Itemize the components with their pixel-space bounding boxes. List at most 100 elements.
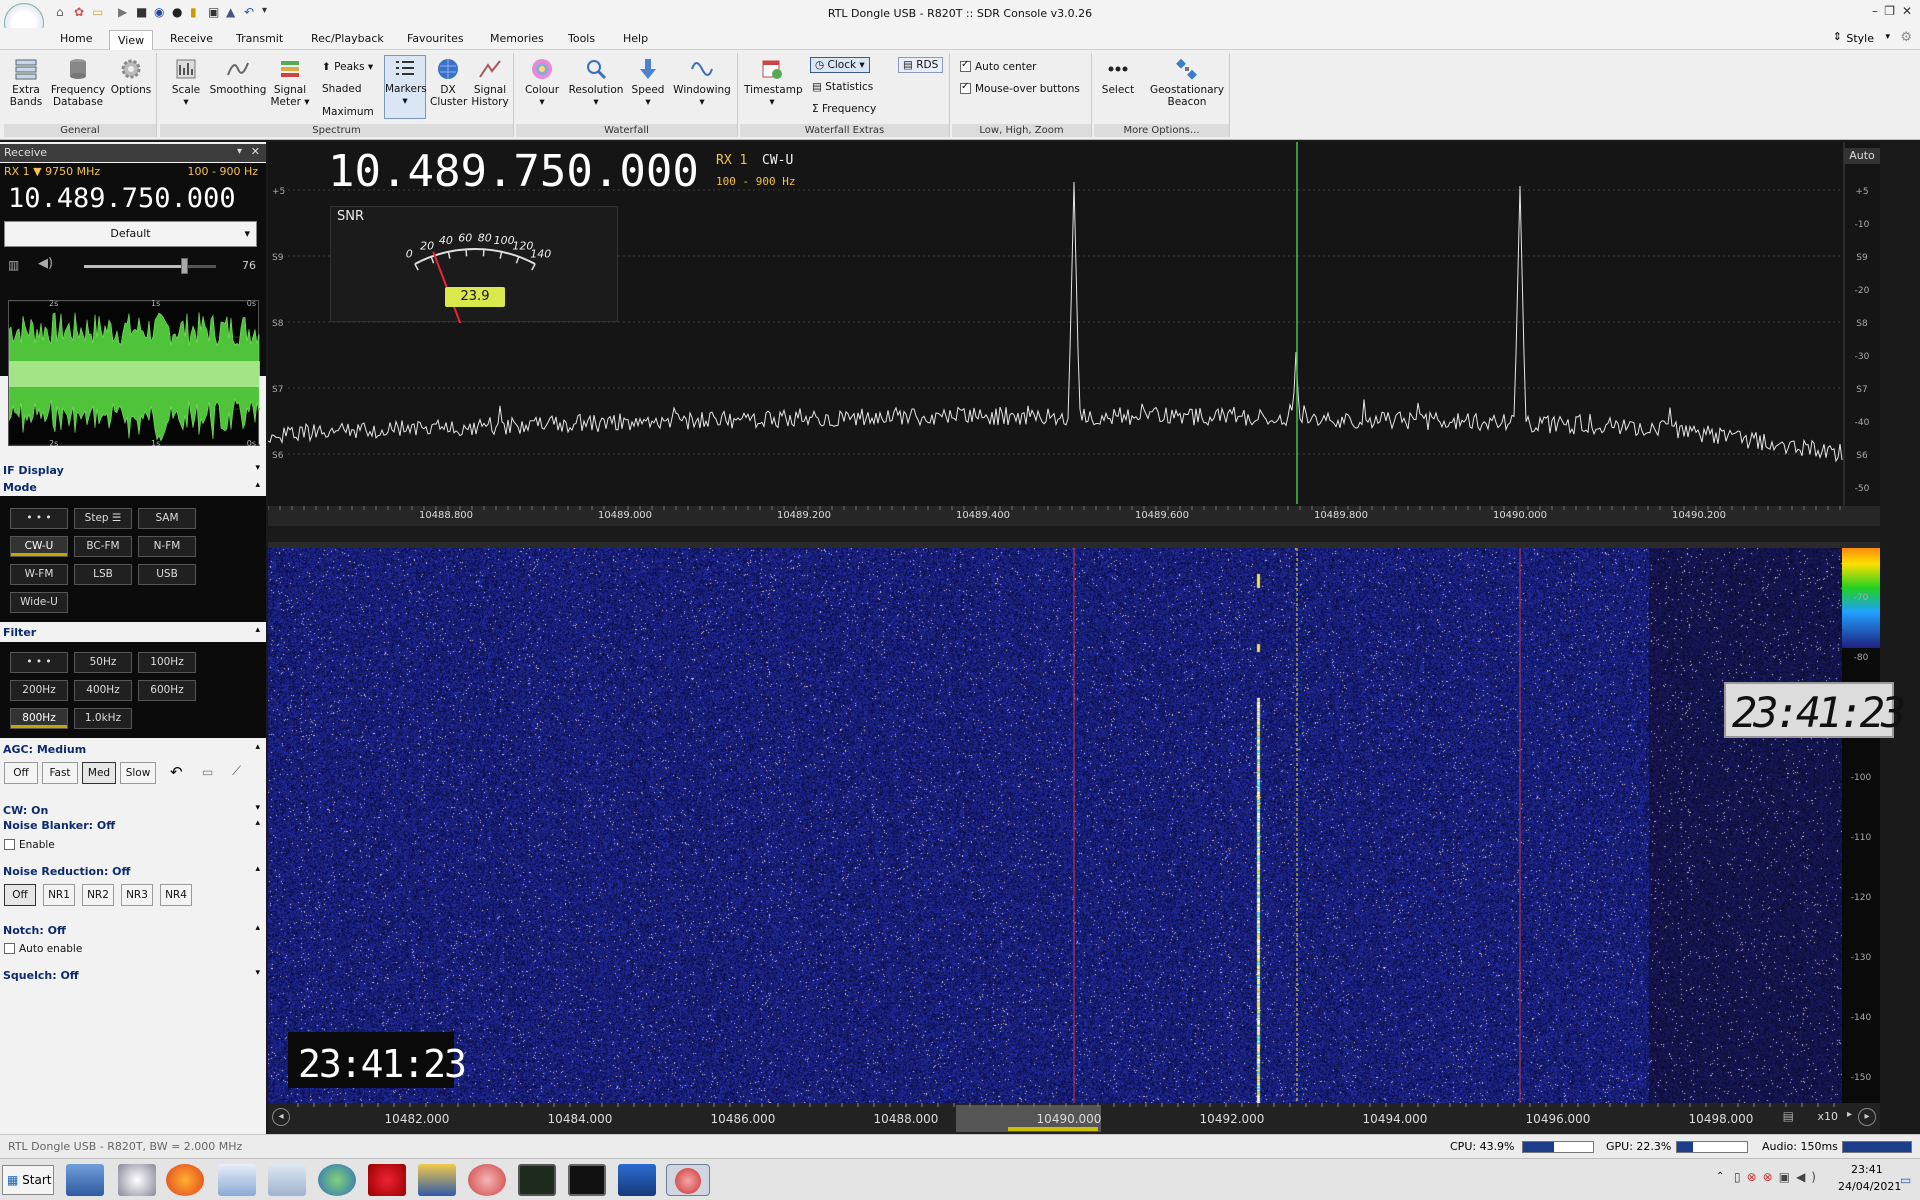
agc-off-button[interactable]: Off [4, 762, 38, 784]
clock-button[interactable]: ◷ Clock ▾ [810, 57, 870, 73]
menu-help[interactable]: Help [623, 32, 648, 45]
menu-tools[interactable]: Tools [568, 32, 595, 45]
mode-usb-button[interactable]: USB [138, 564, 196, 585]
menu-rec-playback[interactable]: Rec/Playback [311, 32, 384, 45]
tray-device-icon[interactable]: ▯ [1734, 1170, 1747, 1184]
menu-home[interactable]: Home [60, 32, 92, 45]
markers-button[interactable]: Markers ▾ [384, 55, 427, 119]
taskbar-sdr-console-icon[interactable] [666, 1164, 710, 1196]
receive-close-icon[interactable]: ✕ [251, 145, 260, 158]
dx-cluster-button[interactable]: DX Cluster [430, 57, 467, 108]
notch-collapse-icon[interactable]: ▴ [255, 923, 260, 933]
profile-select[interactable]: Default ▾ [4, 221, 257, 247]
mode-n-fm-button[interactable]: N-FM [138, 536, 196, 557]
mode-lsb-button[interactable]: LSB [74, 564, 132, 585]
waterfall-display[interactable]: -60-70-80-90-100-110-120-130-140-150 23:… [268, 548, 1906, 1103]
if-display-header[interactable]: IF Display [0, 463, 266, 479]
filter-50hz-button[interactable]: 50Hz [74, 652, 132, 673]
filter-header[interactable]: Filter [0, 625, 266, 641]
start-button[interactable]: ▦ Start [2, 1165, 54, 1195]
menu-memories[interactable]: Memories [490, 32, 544, 45]
zoom-value[interactable]: x10 [1817, 1110, 1838, 1123]
menu-transmit[interactable]: Transmit [236, 32, 283, 45]
speed-button[interactable]: Speed ▾ [628, 57, 668, 108]
waterfall-freq-axis[interactable]: 10482.000 10484.000 10486.000 10488.000 1049… [268, 1103, 1880, 1134]
nr-off-button[interactable]: Off [4, 884, 36, 906]
statistics-button[interactable]: ▤ Statistics [812, 81, 873, 93]
taskbar-satellite-icon[interactable] [118, 1164, 156, 1196]
scale-button[interactable]: Scale ▾ [168, 57, 204, 108]
tray-volume-icon[interactable]: ◀) [1796, 1170, 1822, 1184]
select-button[interactable]: Select [1100, 57, 1136, 96]
filter-800hz-button[interactable]: 800Hz [10, 708, 68, 729]
mode-cw-u-button[interactable]: CW-U [10, 536, 68, 557]
signal-meter-button[interactable]: Signal Meter ▾ [268, 57, 312, 108]
auto-button[interactable]: Auto [1844, 148, 1880, 164]
bars-icon[interactable]: ▥ [8, 258, 19, 272]
signal-history-button[interactable]: Signal History [470, 57, 510, 108]
lcd-clock[interactable]: 23:41:23 [1724, 682, 1906, 738]
spectrum-plot[interactable]: +5 S9 S8 S7 S6 +5 -10 S9 -20 S8 -30 S7 -40 S6 -50 10488… [268, 142, 1880, 526]
agc-graph-icon[interactable]: ⟋ [232, 764, 241, 779]
taskbar-radio-icon[interactable] [468, 1164, 506, 1196]
colour-button[interactable]: Colour ▾ [520, 57, 564, 108]
menu-favourites[interactable]: Favourites [407, 32, 464, 45]
smoothing-button[interactable]: Smoothing [208, 57, 268, 96]
minimize-icon[interactable]: – [1872, 4, 1878, 18]
noise-blanker-collapse-icon[interactable]: ▴ [255, 818, 260, 828]
squelch-header[interactable]: Squelch: Off [0, 968, 266, 984]
agc-med-button[interactable]: Med [82, 762, 116, 784]
tray-network-icon[interactable]: ▣ [1779, 1170, 1796, 1184]
mode-sam-button[interactable]: SAM [138, 508, 196, 529]
windowing-button[interactable]: Windowing ▾ [670, 57, 734, 108]
filter-more-button[interactable]: • • • [10, 652, 68, 673]
scroll-right-icon[interactable]: ▸ [1858, 1108, 1876, 1126]
mode-wide-u-button[interactable]: Wide-U [10, 592, 68, 613]
nr2-button[interactable]: NR2 [82, 884, 114, 906]
style-gear-icon[interactable]: ⚙ [1900, 30, 1912, 45]
options-button[interactable]: Options [110, 57, 152, 96]
tray-alert-icon[interactable]: ⊗ [1763, 1170, 1779, 1184]
speaker-icon[interactable]: ◀) [38, 256, 53, 271]
noise-reduction-collapse-icon[interactable]: ▴ [255, 864, 260, 874]
mode-w-fm-button[interactable]: W-FM [10, 564, 68, 585]
filter-1khz-button[interactable]: 1.0kHz [74, 708, 132, 729]
peaks-button[interactable]: ⬆ Peaks ▾ [322, 61, 373, 73]
nr3-button[interactable]: NR3 [121, 884, 153, 906]
rx-label[interactable]: RX 1 ▼ 9750 MHz [4, 165, 100, 178]
agc-fast-button[interactable]: Fast [42, 762, 78, 784]
agc-undo-icon[interactable]: ↶ [170, 763, 183, 781]
timestamp-button[interactable]: Timestamp ▾ [744, 57, 803, 108]
rx-frequency[interactable]: 10.489.750.000 [8, 183, 236, 214]
maximum-button[interactable]: Maximum [322, 106, 374, 118]
mode-header[interactable]: Mode [0, 480, 266, 496]
notch-auto-enable-checkbox[interactable]: Auto enable [4, 943, 82, 955]
taskbar-puzzle-icon[interactable] [368, 1164, 406, 1196]
geostationary-beacon-button[interactable]: Geostationary Beacon [1148, 57, 1226, 108]
taskbar-notepad-icon[interactable] [218, 1164, 256, 1196]
restore-icon[interactable]: ❐ [1884, 4, 1895, 18]
volume-thumb[interactable] [181, 258, 189, 274]
notch-header[interactable]: Notch: Off [0, 923, 266, 939]
mode-step-button[interactable]: Step ☰ [74, 508, 132, 529]
taskbar-monitor-icon[interactable] [518, 1164, 556, 1196]
agc-window-icon[interactable]: ▭ [202, 765, 213, 779]
spectrum-display[interactable]: +5 S9 S8 S7 S6 +5 -10 S9 -20 S8 -30 S7 -40 S6 -50 10488… [268, 142, 1880, 526]
resolution-button[interactable]: Resolution ▾ [566, 57, 626, 108]
mode-bc-fm-button[interactable]: BC-FM [74, 536, 132, 557]
taskbar-computer-icon[interactable] [66, 1164, 104, 1196]
filter-collapse-icon[interactable]: ▴ [255, 625, 260, 635]
agc-header[interactable]: AGC: Medium [0, 742, 266, 758]
style-dropdown-icon[interactable]: ▾ [1885, 32, 1890, 42]
if-display-dropdown-icon[interactable]: ▾ [255, 463, 260, 473]
rds-button[interactable]: ▤ RDS [898, 57, 944, 73]
frequency-button[interactable]: Σ Frequency [812, 103, 876, 115]
squelch-dropdown-icon[interactable]: ▾ [255, 968, 260, 978]
auto-center-checkbox[interactable]: Auto center [960, 59, 1037, 73]
shaded-button[interactable]: Shaded [322, 83, 362, 95]
noise-blanker-enable-checkbox[interactable]: Enable [4, 839, 55, 851]
taskbar-grid-app-icon[interactable] [618, 1164, 656, 1196]
filter-600hz-button[interactable]: 600Hz [138, 680, 196, 701]
menu-style[interactable]: Style [1846, 32, 1874, 45]
filter-400hz-button[interactable]: 400Hz [74, 680, 132, 701]
